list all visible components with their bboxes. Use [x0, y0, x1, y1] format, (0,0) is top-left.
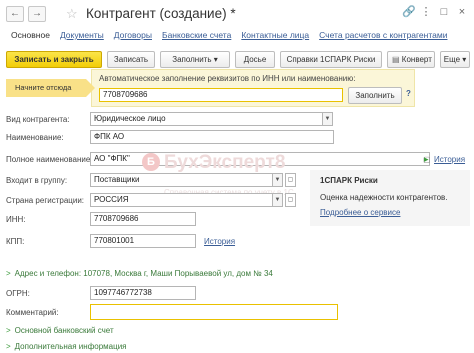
arrow-right-icon: → — [32, 8, 42, 19]
autofill-fill-button[interactable]: Заполнить — [348, 87, 402, 104]
tab-bank-accounts[interactable]: Банковские счета — [162, 30, 231, 40]
country-select[interactable]: РОССИЯ — [90, 193, 274, 207]
tab-settlement-accounts[interactable]: Счета расчетов с контрагентами — [319, 30, 447, 40]
comment-label: Комментарий: — [6, 308, 59, 317]
group-select[interactable]: Поставщики — [90, 173, 274, 187]
page-title: Контрагент (создание) * — [86, 6, 236, 21]
kpp-input[interactable]: 770801001 — [90, 234, 196, 248]
spark-title: 1СПАРК Риски — [320, 176, 378, 185]
fill-dropdown-button[interactable]: Заполнить ▾ — [160, 51, 230, 68]
ogrn-label: ОГРН: — [6, 289, 30, 298]
inn-label: ИНН: — [6, 215, 26, 224]
maximize-icon[interactable]: □ — [438, 6, 450, 18]
ogrn-input[interactable]: 1097746772738 — [90, 286, 196, 300]
start-here-arrow-icon — [86, 79, 95, 97]
close-icon[interactable]: × — [456, 6, 468, 18]
help-icon[interactable]: ? — [406, 89, 411, 98]
name-label: Наименование: — [6, 133, 64, 142]
kind-dropdown-icon[interactable]: ▼ — [322, 112, 333, 126]
group-label: Входит в группу: — [6, 176, 68, 185]
full-name-label: Полное наименование: — [6, 155, 93, 164]
more-button[interactable]: Еще ▾ — [440, 51, 470, 68]
chevron-right-icon: > — [6, 342, 11, 351]
tab-contracts[interactable]: Договоры — [114, 30, 152, 40]
full-name-history-link[interactable]: История — [434, 155, 465, 164]
favorite-star-icon[interactable]: ☆ — [66, 7, 78, 20]
tab-contacts[interactable]: Контактные лица — [241, 30, 309, 40]
group-dropdown-icon[interactable]: ▼ — [272, 173, 283, 187]
watermark-text: БухЭксперт8 — [164, 152, 286, 173]
envelope-label: Конверт — [401, 55, 432, 64]
kind-select[interactable]: Юридическое лицо — [90, 112, 324, 126]
tab-main[interactable]: Основное — [11, 30, 50, 40]
address-group[interactable]: > Адрес и телефон: 107078, Москва г, Маши… — [6, 269, 273, 278]
save-and-close-button[interactable]: Записать и закрыть — [6, 51, 102, 68]
bank-account-group[interactable]: > Основной банковский счет — [6, 326, 114, 335]
spark-description: Оценка надежности контрагентов. — [320, 193, 448, 202]
save-button[interactable]: Записать — [107, 51, 155, 68]
comment-input[interactable] — [90, 304, 338, 320]
arrow-left-icon: ← — [10, 8, 20, 19]
name-input[interactable]: ФПК АО — [90, 130, 334, 144]
country-open-icon[interactable]: ▢ — [285, 193, 296, 207]
more-menu-icon[interactable]: ⋮ — [420, 6, 432, 18]
inn-input[interactable]: 7708709686 — [90, 212, 196, 226]
printer-icon: ▤ — [392, 55, 400, 64]
spark-more-link[interactable]: Подробнее о сервисе — [320, 208, 400, 217]
envelope-button[interactable]: ▤ Конверт — [387, 51, 435, 68]
chevron-right-icon: > — [6, 326, 11, 335]
country-dropdown-icon[interactable]: ▼ — [272, 193, 283, 207]
autofill-hint: Автоматическое заполнение реквизитов по … — [99, 74, 356, 83]
kpp-history-link[interactable]: История — [204, 237, 235, 246]
start-here-label: Начните отсюда — [6, 79, 86, 97]
chevron-right-icon: > — [6, 269, 11, 278]
country-label: Страна регистрации: — [6, 196, 85, 205]
form-tabs: Основное Документы Договоры Банковские счет… — [11, 30, 457, 40]
kpp-label: КПП: — [6, 237, 25, 246]
tab-documents[interactable]: Документы — [60, 30, 104, 40]
back-button[interactable]: ← — [6, 6, 24, 22]
extra-info-group[interactable]: > Дополнительная информация — [6, 342, 127, 351]
forward-button[interactable]: → — [28, 6, 46, 22]
kind-label: Вид контрагента: — [6, 115, 70, 124]
watermark-logo-icon: Б — [142, 153, 160, 171]
autofill-inn-input[interactable]: 7708709686 — [99, 88, 343, 102]
spark-reports-button[interactable]: Справки 1СПАРК Риски — [280, 51, 382, 68]
link-icon[interactable]: 🔗 — [402, 6, 416, 18]
dossier-button[interactable]: Досье — [235, 51, 275, 68]
group-open-icon[interactable]: ▢ — [285, 173, 296, 187]
extra-info-group-label: Дополнительная информация — [14, 342, 127, 351]
history-marker-icon: ▸ — [424, 154, 429, 164]
address-group-label: Адрес и телефон: 107078, Москва г, Маши … — [14, 269, 273, 278]
bank-account-group-label: Основной банковский счет — [14, 326, 114, 335]
